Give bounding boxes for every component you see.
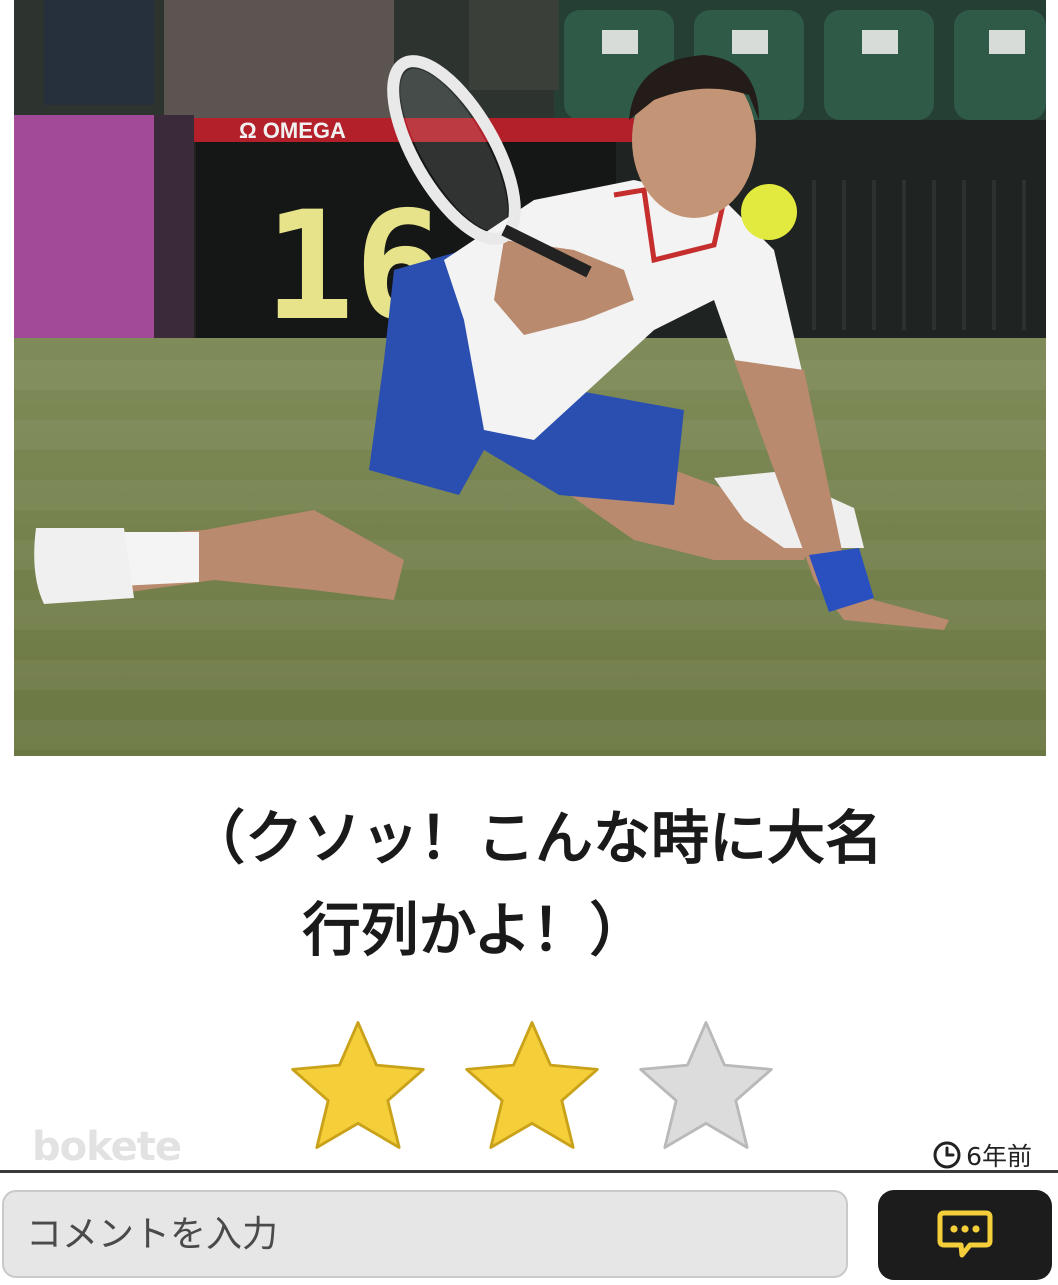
star-2[interactable] (461, 1016, 603, 1154)
clock-icon (933, 1141, 961, 1169)
time-ago-text: 6年前 (966, 1142, 1032, 1171)
bokete-logo: bokete (32, 1124, 182, 1170)
star-3[interactable] (635, 1016, 777, 1154)
divider (0, 1170, 1058, 1173)
caption-line-1: （クソッ！こんな時に大名 (186, 804, 883, 872)
star-1[interactable] (287, 1016, 429, 1154)
post-time: 6年前 (932, 1138, 1032, 1172)
send-comment-button[interactable] (878, 1190, 1052, 1280)
post-photo[interactable]: Ω OMEGA 16 (14, 0, 1046, 756)
post-caption: （クソッ！こんな時に大名 行列かよ！） (120, 792, 950, 976)
photo-illustration: Ω OMEGA 16 (14, 0, 1046, 756)
caption-line-2: 行列かよ！） (302, 896, 648, 964)
scoreboard-brand: Ω OMEGA (239, 118, 346, 143)
star-empty-icon (639, 1021, 773, 1149)
comment-input[interactable] (2, 1190, 848, 1278)
star-filled-icon (465, 1021, 599, 1149)
chat-bubble-icon (937, 1210, 993, 1258)
star-filled-icon (291, 1021, 425, 1149)
rating-stars (287, 1016, 777, 1154)
